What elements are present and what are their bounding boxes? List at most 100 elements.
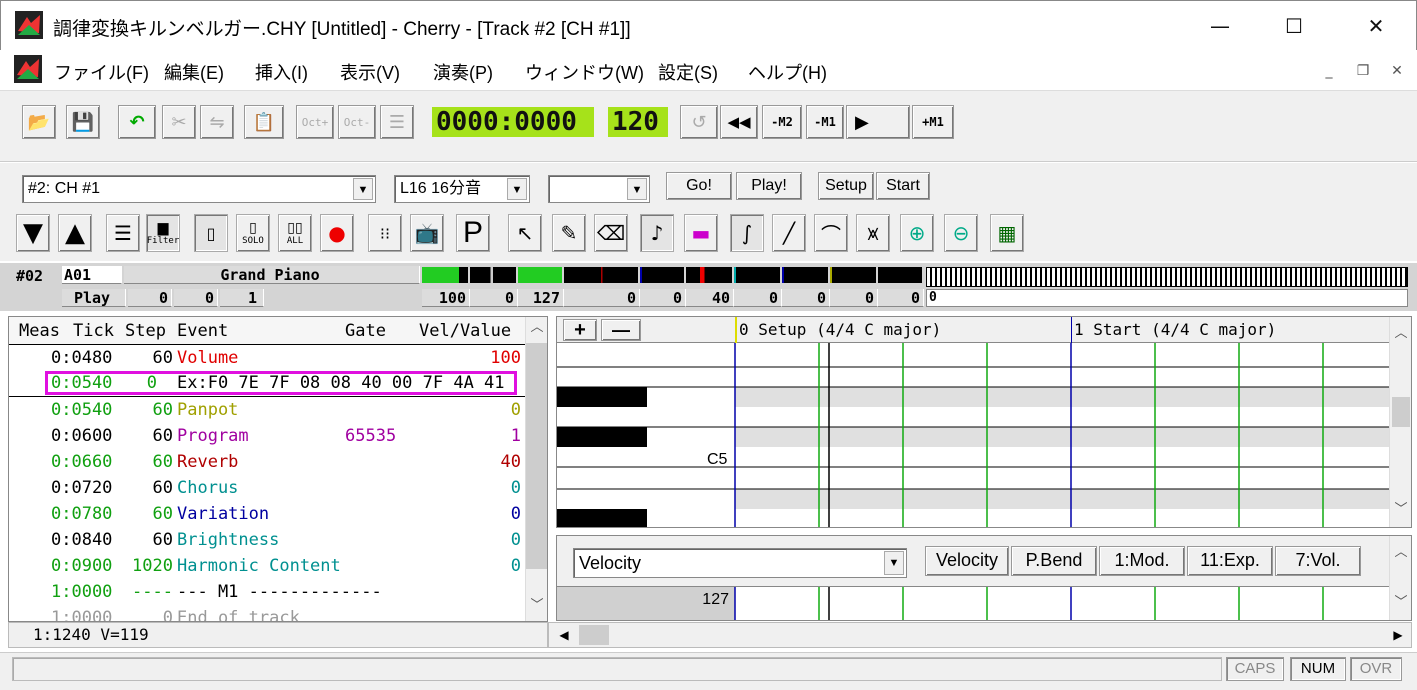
volume-button[interactable]: 7:Vol. — [1275, 546, 1361, 576]
menu-view[interactable]: 表示(V) — [340, 59, 400, 85]
plus-m1-button[interactable]: +M1 — [912, 105, 954, 139]
scroll-up-icon[interactable]: ︿ — [1390, 542, 1411, 564]
undo-button[interactable]: ↶ — [118, 105, 156, 139]
controller-scrollbar[interactable]: ︿ ﹀ — [1389, 536, 1411, 620]
note-mode-button[interactable]: ♪ — [640, 214, 674, 252]
event-row[interactable]: 0:0480 60 Volume 100 — [9, 345, 525, 371]
scroll-thumb[interactable] — [526, 343, 547, 569]
align-button[interactable]: ☰ — [380, 105, 414, 139]
col-step[interactable]: Step — [125, 317, 166, 345]
menu-settings[interactable]: 設定(S) — [658, 59, 718, 85]
close-button[interactable]: ✕ — [1361, 11, 1391, 41]
modulation-button[interactable]: 1:Mod. — [1099, 546, 1185, 576]
horizontal-scrollbar[interactable]: ◀ ▶ — [548, 622, 1412, 648]
length-mode-button[interactable]: ▬ — [684, 214, 718, 252]
menu-edit[interactable]: 編集(E) — [164, 59, 224, 85]
piano-roll[interactable]: + — 0 Setup (4/4 C major) 1 Start (4/4 C… — [556, 316, 1412, 528]
list-view-button[interactable]: ☰ — [106, 214, 140, 252]
event-row[interactable]: 0:0900 1020 Harmonic Content 0 — [9, 553, 525, 579]
select-tool-button[interactable]: ↖ — [508, 214, 542, 252]
filter-button[interactable]: ▆ Filter — [146, 214, 180, 252]
piano-roll-grid[interactable] — [557, 343, 1389, 528]
zoom-in-button[interactable]: ⊕ — [900, 214, 934, 252]
paste-button[interactable]: 📋 — [244, 105, 284, 139]
pitch-bend-button[interactable]: P.Bend — [1011, 546, 1097, 576]
event-row[interactable]: 1:0000 ---- --- M1 ------------- — [9, 579, 525, 605]
event-row[interactable]: 1:0000 0 End of track — [9, 605, 525, 621]
octave-up-button[interactable]: Oct+ — [296, 105, 334, 139]
event-row[interactable]: 0:0780 60 Variation 0 — [9, 501, 525, 527]
step-input-button[interactable]: ⁝⁝ — [368, 214, 402, 252]
marker-start[interactable]: 1 Start (4/4 C major) — [1071, 317, 1276, 343]
start-button[interactable]: Start — [876, 172, 930, 200]
mdi-restore-button[interactable]: ❐ — [1352, 61, 1374, 81]
piano-roll-scrollbar[interactable]: ︿ ﹀ — [1389, 317, 1411, 527]
zoom-plus-button[interactable]: + — [563, 319, 597, 341]
event-row[interactable]: 0:0660 60 Reverb 40 — [9, 449, 525, 475]
menu-help[interactable]: ヘルプ(H) — [748, 59, 827, 85]
go-button[interactable]: Go! — [666, 172, 732, 200]
pencil-tool-button[interactable]: ✎ — [552, 214, 586, 252]
note-length-select[interactable]: L16 16分音 ▼ — [394, 175, 530, 203]
track-up-button[interactable]: ▲ — [58, 214, 92, 252]
document-icon[interactable] — [14, 55, 42, 83]
line-button[interactable]: ╱ — [772, 214, 806, 252]
hscroll-thumb[interactable] — [579, 625, 609, 645]
scroll-right-icon[interactable]: ▶ — [1387, 624, 1409, 646]
setup-button[interactable]: Setup — [818, 172, 874, 200]
tempo-display[interactable]: 120 — [608, 107, 668, 137]
velocity-button[interactable]: Velocity — [925, 546, 1009, 576]
menu-play[interactable]: 演奏(P) — [433, 59, 493, 85]
all-button[interactable]: ▯▯ ALL — [278, 214, 312, 252]
scroll-left-icon[interactable]: ◀ — [553, 624, 575, 646]
event-row[interactable]: 0:0720 60 Chorus 0 — [9, 475, 525, 501]
menu-file[interactable]: ファイル(F) — [54, 59, 149, 85]
curve-button[interactable]: ⌒ — [814, 214, 848, 252]
expression-button[interactable]: 11:Exp. — [1187, 546, 1273, 576]
maximize-button[interactable]: ☐ — [1279, 11, 1309, 41]
col-gate[interactable]: Gate — [345, 317, 386, 345]
open-button[interactable]: 📂 — [22, 105, 56, 139]
controller-select[interactable]: Velocity ▼ — [573, 548, 907, 578]
track-down-button[interactable]: ▼ — [16, 214, 50, 252]
track-select[interactable]: #2: CH #1 ▼ — [22, 175, 376, 203]
mdi-minimize-button[interactable]: _ — [1318, 61, 1340, 81]
freehand-button[interactable]: ∫ — [730, 214, 764, 252]
event-row[interactable]: 0:0540 60 Panpot 0 — [9, 397, 525, 423]
copy-button[interactable]: ⇋ — [200, 105, 234, 139]
extra-select[interactable]: ▼ — [548, 175, 650, 203]
minus-m2-button[interactable]: -M2 — [762, 105, 802, 139]
record-button[interactable]: ● — [320, 214, 354, 252]
scroll-thumb[interactable] — [1392, 397, 1410, 427]
monitor-button[interactable]: 📺 — [410, 214, 444, 252]
col-meas[interactable]: Meas — [19, 317, 60, 345]
scroll-down-icon[interactable]: ﹀ — [1390, 499, 1411, 521]
solo-button[interactable]: ▯ SOLO — [236, 214, 270, 252]
mute-button[interactable]: ▯ — [194, 214, 228, 252]
port-name[interactable]: A01 — [62, 266, 122, 284]
scroll-down-icon[interactable]: ﹀ — [526, 595, 548, 617]
scroll-up-icon[interactable]: ︿ — [1390, 323, 1411, 345]
minus-m1-button[interactable]: -M1 — [806, 105, 844, 139]
play-button[interactable]: ▶ — [846, 105, 910, 139]
menu-window[interactable]: ウィンドウ(W) — [525, 59, 644, 85]
col-vel[interactable]: Vel/Value — [419, 317, 511, 345]
col-tick[interactable]: Tick — [73, 317, 114, 345]
col-event[interactable]: Event — [177, 317, 228, 345]
zoom-minus-button[interactable]: — — [601, 319, 641, 341]
save-button[interactable]: 💾 — [66, 105, 100, 139]
cut-button[interactable]: ✂ — [162, 105, 196, 139]
score-view-button[interactable]: ▦ — [990, 214, 1024, 252]
scroll-down-icon[interactable]: ﹀ — [1390, 592, 1411, 614]
event-list-scrollbar[interactable]: ︿ ﹀ — [525, 317, 547, 621]
loop-button[interactable]: ↺ — [680, 105, 718, 139]
controller-graph[interactable]: 127 — [557, 586, 1389, 620]
scroll-up-icon[interactable]: ︿ — [526, 317, 548, 339]
minimize-button[interactable]: — — [1205, 11, 1235, 41]
marker-setup[interactable]: 0 Setup (4/4 C major) — [735, 317, 941, 343]
rewind-button[interactable]: ◀◀ — [720, 105, 758, 139]
mdi-close-button[interactable]: ✕ — [1386, 61, 1408, 81]
menu-insert[interactable]: 挿入(I) — [255, 59, 308, 85]
play-from-button[interactable]: Play! — [736, 172, 802, 200]
octave-down-button[interactable]: Oct- — [338, 105, 376, 139]
